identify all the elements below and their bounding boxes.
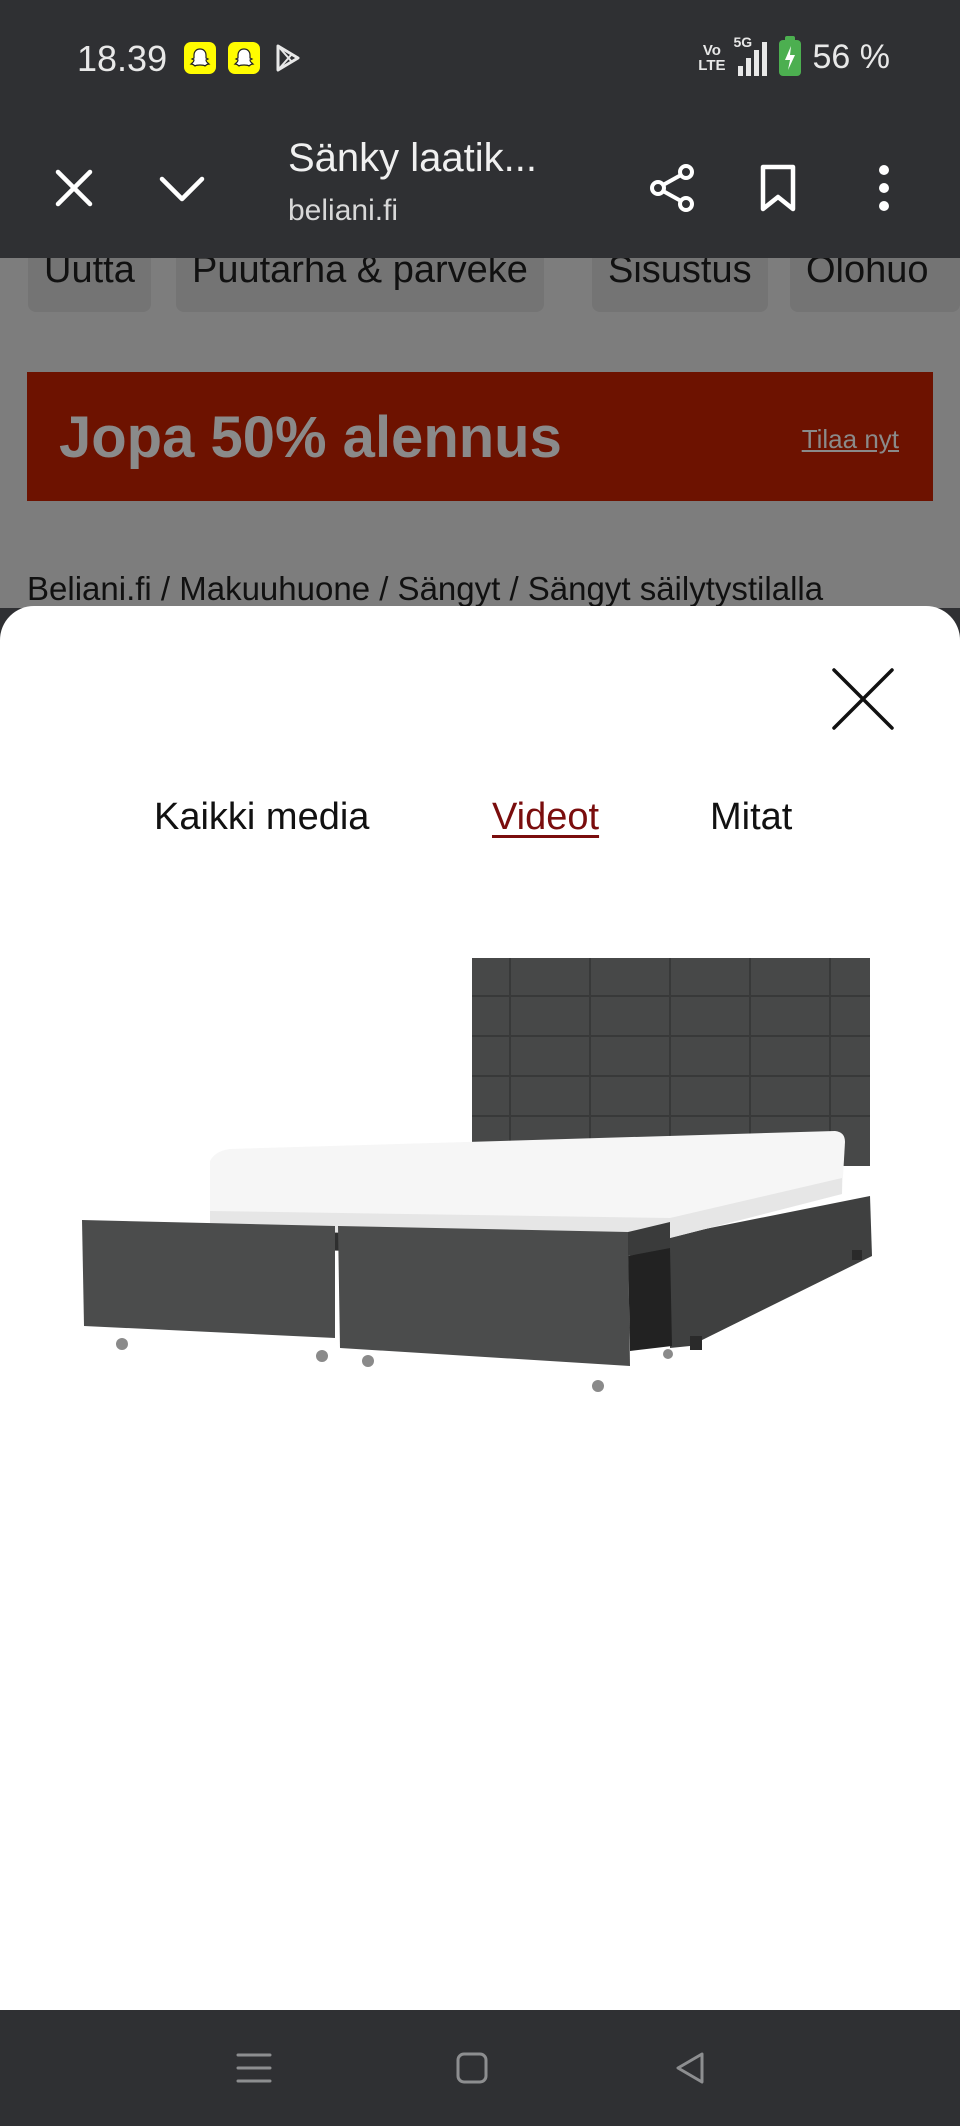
media-modal: Kaikki media Videot Mitat bbox=[0, 606, 960, 2010]
bookmark-icon bbox=[760, 164, 796, 212]
snapchat-icon bbox=[228, 42, 260, 74]
status-indicators: Vo LTE 5G 56 % bbox=[698, 34, 891, 77]
category-chip[interactable]: Sisustus bbox=[592, 258, 768, 312]
modal-close-button[interactable] bbox=[830, 666, 896, 732]
system-nav-bar bbox=[0, 2010, 960, 2126]
battery-icon bbox=[778, 35, 801, 76]
product-image[interactable] bbox=[70, 956, 890, 1426]
signal-icon: 5G bbox=[734, 34, 767, 76]
status-time: 18.39 bbox=[77, 38, 168, 79]
network-type: 5G bbox=[733, 33, 753, 50]
close-icon bbox=[832, 668, 894, 730]
bookmark-button[interactable] bbox=[748, 158, 808, 218]
snapchat-icon bbox=[184, 42, 216, 74]
menu-icon bbox=[236, 2053, 272, 2083]
more-vertical-icon bbox=[879, 165, 889, 211]
home-button[interactable] bbox=[450, 2046, 494, 2090]
close-tab-button[interactable] bbox=[44, 158, 104, 218]
chevron-down-icon bbox=[159, 176, 205, 202]
play-store-icon bbox=[272, 42, 304, 79]
status-bar: 18.39 Vo LTE 5G 56 % bbox=[0, 0, 960, 118]
back-triangle-icon bbox=[676, 2052, 704, 2084]
share-button[interactable] bbox=[642, 158, 702, 218]
more-options-button[interactable] bbox=[854, 158, 914, 218]
minimize-button[interactable] bbox=[152, 158, 212, 218]
home-square-icon bbox=[456, 2052, 488, 2084]
promo-text: Jopa 50% alennus bbox=[59, 405, 562, 470]
page-url: beliani.fi bbox=[288, 194, 399, 227]
page-background: Uutta Puutarha & parveke Sisustus Olohuo… bbox=[0, 258, 960, 608]
category-chip[interactable]: Puutarha & parveke bbox=[176, 258, 544, 312]
page-title: Sänky laatik... bbox=[288, 136, 538, 180]
browser-toolbar: Sänky laatik... beliani.fi bbox=[0, 118, 960, 258]
media-tabs: Kaikki media Videot Mitat bbox=[0, 796, 960, 846]
promo-banner[interactable]: Jopa 50% alennus Tilaa nyt bbox=[27, 372, 933, 501]
category-chip[interactable]: Olohuo bbox=[790, 258, 960, 312]
category-chip[interactable]: Uutta bbox=[28, 258, 151, 312]
recent-apps-button[interactable] bbox=[232, 2046, 276, 2090]
breadcrumb[interactable]: Beliani.fi / Makuuhuone / Sängyt / Sängy… bbox=[27, 570, 823, 608]
promo-link[interactable]: Tilaa nyt bbox=[802, 424, 899, 455]
tab-videos[interactable]: Videot bbox=[492, 796, 599, 839]
tab-all-media[interactable]: Kaikki media bbox=[154, 796, 369, 839]
share-icon bbox=[650, 164, 694, 212]
close-icon bbox=[55, 169, 93, 207]
tab-dimensions[interactable]: Mitat bbox=[710, 796, 792, 839]
battery-level: 56 % bbox=[812, 38, 891, 76]
volte-indicator: Vo LTE bbox=[698, 41, 726, 74]
back-button[interactable] bbox=[668, 2046, 712, 2090]
